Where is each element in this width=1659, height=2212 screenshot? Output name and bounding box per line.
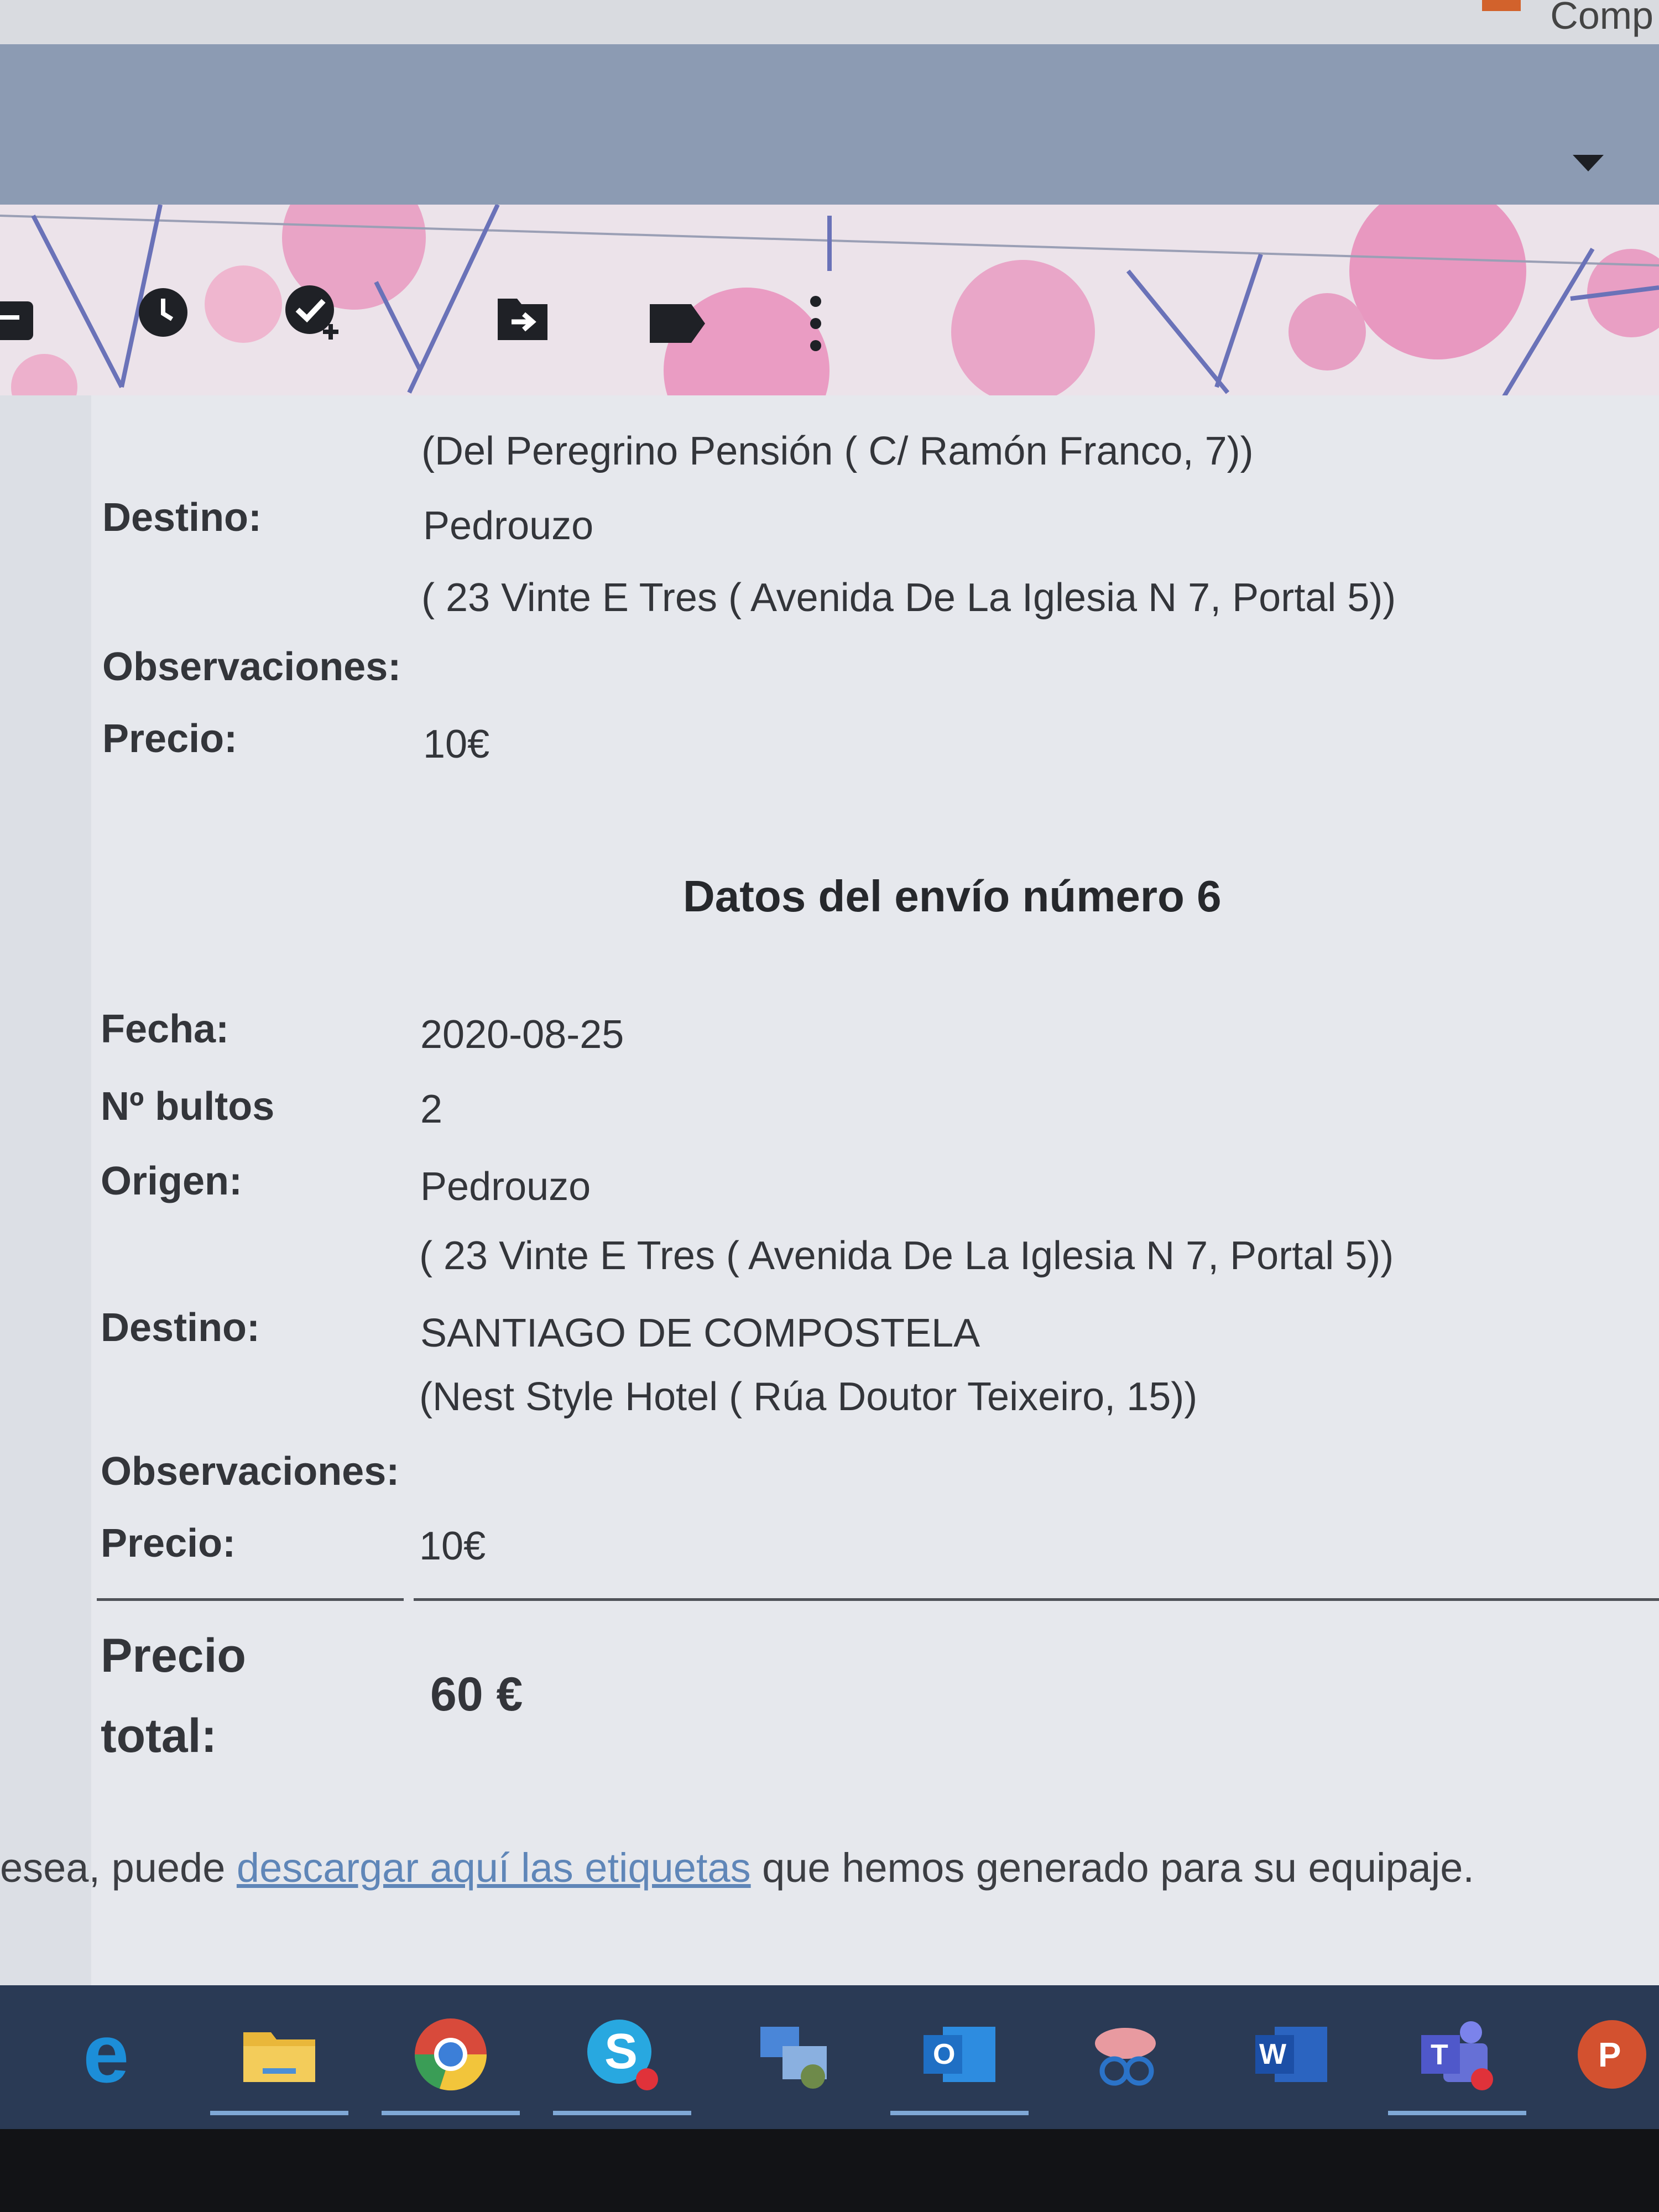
svg-text:T: T bbox=[1431, 2039, 1448, 2071]
snipping-tool-icon[interactable] bbox=[1084, 2013, 1167, 2096]
label-icon[interactable] bbox=[647, 293, 708, 354]
dropdown-arrow-icon[interactable] bbox=[1573, 155, 1604, 171]
skype-icon[interactable]: S bbox=[553, 2013, 691, 2115]
teams-running-indicator bbox=[1388, 2111, 1526, 2115]
svg-text:e: e bbox=[83, 2018, 129, 2090]
s5-observaciones-label: Observaciones: bbox=[102, 645, 401, 689]
total-label-line2: total: bbox=[101, 1709, 217, 1762]
edge-icon[interactable]: e bbox=[72, 2013, 155, 2096]
more-vert-icon[interactable] bbox=[785, 293, 846, 354]
file-explorer-icon[interactable] bbox=[210, 2013, 348, 2115]
chrome-running-indicator bbox=[382, 2111, 520, 2115]
shipment6-title: Datos del envío número 6 bbox=[683, 872, 1222, 921]
s5-destino-detail: ( 23 Vinte E Tres ( Avenida De La Iglesi… bbox=[421, 576, 1396, 620]
outlook-icon[interactable]: O bbox=[890, 2013, 1029, 2115]
download-labels-link[interactable]: descargar aquí las etiquetas bbox=[237, 1845, 751, 1891]
s5-destino-label: Destino: bbox=[102, 495, 262, 540]
mail-header-bar bbox=[0, 44, 1659, 205]
s6-precio-label: Precio: bbox=[101, 1521, 236, 1566]
add-task-icon[interactable] bbox=[282, 282, 343, 343]
s6-origen-label: Origen: bbox=[101, 1159, 243, 1203]
s6-fecha-label: Fecha: bbox=[101, 1007, 229, 1051]
total-divider-right bbox=[414, 1598, 1659, 1601]
archive-icon[interactable] bbox=[0, 288, 39, 348]
svg-text:W: W bbox=[1259, 2038, 1287, 2070]
network-icon[interactable] bbox=[752, 2013, 835, 2096]
svg-text:S: S bbox=[604, 2024, 638, 2079]
move-to-icon[interactable] bbox=[492, 288, 553, 348]
labels-sentence-prefix: esea, puede bbox=[0, 1845, 237, 1891]
powerpoint-icon[interactable]: P bbox=[1571, 2013, 1653, 2096]
windows-taskbar: e S O W T P bbox=[0, 1985, 1659, 2129]
window-accent bbox=[1482, 0, 1521, 11]
outlook-running-indicator bbox=[890, 2111, 1029, 2115]
s6-origen-detail: ( 23 Vinte E Tres ( Avenida De La Iglesi… bbox=[419, 1234, 1394, 1278]
total-label-line1: Precio bbox=[101, 1629, 246, 1682]
teams-icon[interactable]: T bbox=[1388, 2013, 1526, 2115]
s6-bultos-value: 2 bbox=[420, 1087, 443, 1131]
s5-precio-value: 10€ bbox=[423, 722, 490, 766]
chrome-icon[interactable] bbox=[382, 2013, 520, 2115]
labels-sentence-suffix: que hemos generado para su equipaje. bbox=[750, 1845, 1474, 1891]
s6-precio-value: 10€ bbox=[419, 1524, 486, 1568]
labels-sentence: esea, puede descargar aquí las etiquetas… bbox=[0, 1844, 1474, 1891]
monitor-bezel bbox=[0, 2129, 1659, 2212]
svg-text:P: P bbox=[1598, 2036, 1621, 2074]
s5-precio-label: Precio: bbox=[102, 717, 238, 761]
s5-origin-detail: (Del Peregrino Pensión ( C/ Ramón Franco… bbox=[421, 429, 1254, 473]
left-margin bbox=[0, 395, 91, 1985]
clock-icon[interactable] bbox=[133, 282, 194, 343]
s5-destino-city: Pedrouzo bbox=[423, 504, 594, 548]
top-strip-label: Comp bbox=[1550, 0, 1653, 37]
s6-origen-city: Pedrouzo bbox=[420, 1165, 591, 1209]
svg-text:O: O bbox=[933, 2038, 955, 2070]
s6-destino-city: SANTIAGO DE COMPOSTELA bbox=[420, 1311, 980, 1355]
top-strip: Comp bbox=[0, 0, 1659, 44]
s6-fecha-value: 2020-08-25 bbox=[420, 1013, 624, 1057]
word-icon[interactable]: W bbox=[1250, 2013, 1333, 2096]
message-toolbar bbox=[0, 205, 1659, 426]
s6-destino-label: Destino: bbox=[101, 1306, 260, 1350]
s6-destino-detail: (Nest Style Hotel ( Rúa Doutor Teixeiro,… bbox=[419, 1375, 1198, 1419]
email-body bbox=[91, 395, 1659, 1985]
s6-observaciones-label: Observaciones: bbox=[101, 1449, 400, 1494]
s6-bultos-label: Nº bultos bbox=[101, 1084, 275, 1129]
total-divider-left bbox=[97, 1598, 404, 1601]
total-value: 60 € bbox=[430, 1668, 523, 1721]
skype-running-indicator bbox=[553, 2111, 691, 2115]
file-explorer-running-indicator bbox=[210, 2111, 348, 2115]
